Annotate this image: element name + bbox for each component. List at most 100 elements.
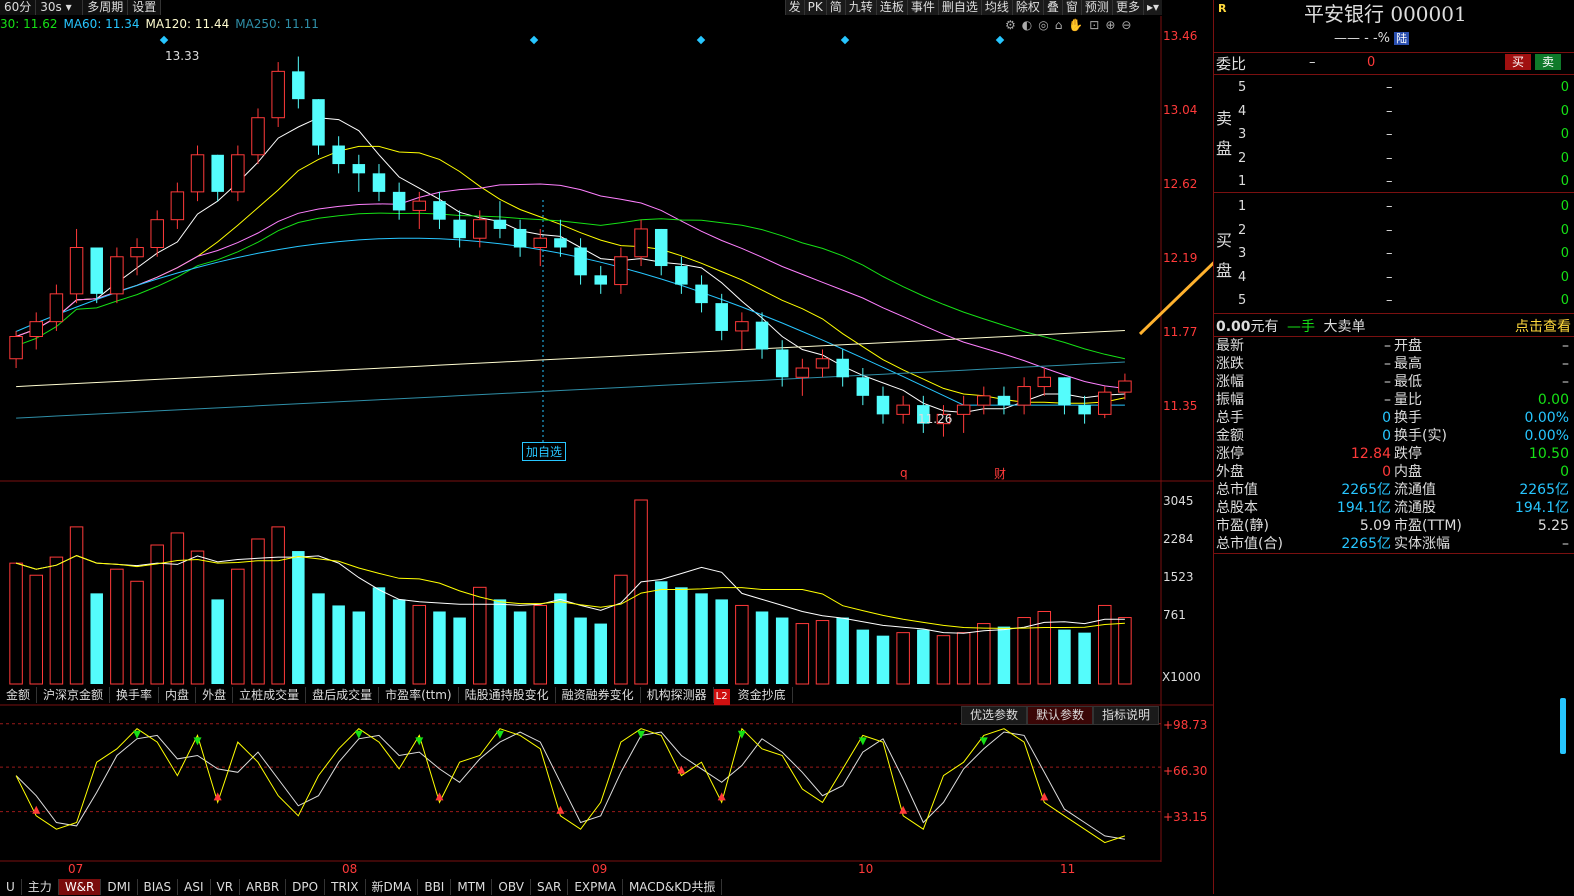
- candle-body: [190, 154, 205, 193]
- order-row: 3 – 0: [1238, 242, 1573, 265]
- indicator-tab-15[interactable]: EXPMA: [568, 879, 623, 895]
- indicator-tab-14[interactable]: SAR: [531, 879, 569, 895]
- indicator-tab-6[interactable]: VR: [211, 879, 241, 895]
- volume-bar: [90, 593, 103, 684]
- stat-value: –: [1562, 374, 1569, 390]
- candle-body: [29, 321, 43, 337]
- indicator-help-button[interactable]: 指标说明: [1092, 706, 1159, 725]
- volume-bar: [150, 544, 164, 685]
- sub-tab-4[interactable]: 外盘: [196, 687, 234, 703]
- wr-sell-signal: [354, 730, 363, 739]
- indicator-tab-8[interactable]: DPO: [286, 879, 326, 895]
- order-row: 5 – 0: [1238, 76, 1573, 99]
- stat-row: 外盘 0 内盘 0: [1216, 463, 1571, 481]
- order-price: –: [1386, 103, 1393, 119]
- sub-tab-3[interactable]: 内盘: [159, 687, 197, 703]
- stat-value: –: [1384, 374, 1391, 390]
- stat-row: 总市值(合) 2265亿 实体涨幅 –: [1216, 535, 1571, 553]
- volume-bar: [876, 635, 890, 684]
- candle-body: [251, 117, 265, 156]
- sub-tab-6[interactable]: 盘后成交量: [306, 687, 380, 703]
- event-diamond[interactable]: [529, 35, 539, 45]
- volume-bar: [997, 626, 1011, 684]
- candle-body: [836, 358, 849, 378]
- volume-tick: 2284: [1163, 532, 1194, 546]
- event-mark-finance[interactable]: 财: [994, 465, 1006, 482]
- event-mark-q[interactable]: q: [900, 466, 908, 480]
- stat-value: –: [1562, 338, 1569, 354]
- panel-scrollbar[interactable]: [1560, 698, 1566, 754]
- event-diamond[interactable]: [159, 35, 169, 45]
- sub-tab-11[interactable]: 资金抄底: [732, 687, 793, 703]
- candle-body: [815, 358, 830, 369]
- candle-body: [271, 70, 285, 119]
- quote-panel: R 平安银行 000001 —— - -% 陆 委比 – 0 买 卖 卖盘 5 –…: [1213, 0, 1574, 894]
- indicator-tab-0[interactable]: U: [0, 879, 22, 895]
- price-change-line: —— - -% 陆: [1334, 30, 1410, 46]
- buy-button[interactable]: 买: [1505, 54, 1531, 70]
- stat-label: 最低: [1394, 374, 1422, 390]
- sub-tab-1[interactable]: 沪深京金额: [37, 687, 111, 703]
- stat-label: 涨幅: [1216, 374, 1244, 390]
- event-diamond[interactable]: [840, 35, 850, 45]
- indicator-tab-16[interactable]: MACD&KD共振: [623, 879, 723, 895]
- stat-label: 市盈(TTM): [1394, 518, 1462, 534]
- candle-body: [695, 284, 708, 304]
- buy-side-label: 买盘: [1216, 226, 1232, 286]
- volume-bar: [433, 611, 446, 684]
- volume-bar: [170, 532, 185, 685]
- sell-side-label: 卖盘: [1216, 104, 1232, 164]
- event-diamond[interactable]: [995, 35, 1005, 45]
- stat-value: 2265亿: [1519, 482, 1569, 498]
- indicator-tab-4[interactable]: BIAS: [138, 879, 179, 895]
- candle-body: [715, 303, 728, 331]
- indicator-tab-13[interactable]: OBV: [492, 879, 531, 895]
- volume-bar: [654, 581, 668, 684]
- candle-body: [392, 191, 406, 211]
- indicator-tab-11[interactable]: BBI: [418, 879, 452, 895]
- price-tick: 11.35: [1163, 399, 1198, 413]
- stat-value: 194.1亿: [1514, 500, 1569, 516]
- stat-value: 2265亿: [1341, 482, 1391, 498]
- buy-label-2: 盘: [1216, 261, 1233, 280]
- sub-tab-2[interactable]: 换手率: [110, 687, 160, 703]
- order-price: –: [1386, 246, 1393, 261]
- candle-body: [69, 247, 84, 295]
- sub-tab-9[interactable]: 融资融券变化: [556, 687, 641, 703]
- indicator-tab-3[interactable]: DMI: [101, 879, 138, 895]
- indicator-tab-1[interactable]: 主力: [22, 879, 59, 895]
- indicator-tab-12[interactable]: MTM: [451, 879, 493, 895]
- candle-body: [332, 145, 345, 165]
- optimal-params-button[interactable]: 优选参数: [960, 706, 1027, 725]
- add-watch-button[interactable]: 加自选: [522, 442, 567, 461]
- sub-tab-8[interactable]: 陆股通持股变化: [459, 687, 556, 703]
- order-volume: 0: [1560, 150, 1569, 166]
- price-high-label: 13.33: [165, 49, 200, 63]
- stat-value: 5.09: [1359, 518, 1391, 534]
- candle-body: [675, 266, 688, 285]
- candle-body: [493, 219, 507, 229]
- stat-value: 0: [1560, 464, 1569, 480]
- default-params-button[interactable]: 默认参数: [1026, 706, 1093, 725]
- indicator-tab-5[interactable]: ASI: [178, 879, 211, 895]
- ma120-line: [16, 330, 1125, 388]
- price-low-label: 11.26: [918, 412, 953, 426]
- order-level: 1: [1238, 199, 1247, 214]
- order-price: –: [1386, 199, 1393, 214]
- sub-tab-0[interactable]: 金额: [0, 687, 38, 703]
- indicator-tab-10[interactable]: 新DMA: [366, 879, 419, 895]
- sell-button[interactable]: 卖: [1535, 54, 1561, 70]
- chart-area: 60分 30s ▾ 多周期 设置 发 PK 简九转 连板 事件 删自选 均线 除权叠窗预测 更多 ▸▾ …: [0, 0, 1386, 895]
- volume-bar: [856, 629, 870, 684]
- wr-tick: +66.30: [1163, 764, 1208, 778]
- order-price: –: [1386, 293, 1393, 308]
- sub-tab-7[interactable]: 市盈率(ttm): [379, 687, 459, 703]
- sub-tab-5[interactable]: 立桩成交量: [233, 687, 307, 703]
- indicator-tab-9[interactable]: TRIX: [325, 879, 366, 895]
- indicator-tab-7[interactable]: ARBR: [240, 879, 287, 895]
- sub-tab-10[interactable]: 机构探测器: [641, 687, 714, 703]
- view-link[interactable]: 点击查看: [1515, 316, 1571, 336]
- stat-value: –: [1562, 536, 1569, 552]
- indicator-tab-2[interactable]: W&R: [58, 879, 102, 895]
- event-diamond[interactable]: [696, 35, 706, 45]
